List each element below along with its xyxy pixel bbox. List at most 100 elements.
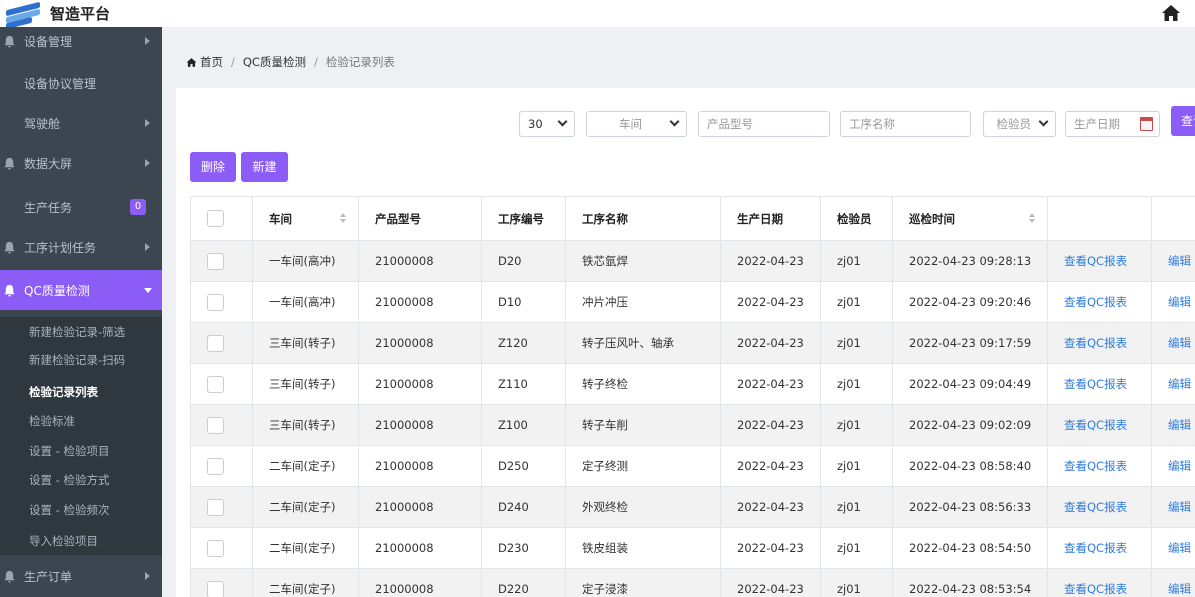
cell-production-date: 2022-04-23 (720, 568, 821, 597)
row-checkbox[interactable] (207, 457, 224, 475)
sidebar-item-device-protocol[interactable]: 设备协议管理 (0, 63, 162, 103)
submenu-item-new-record-scan[interactable]: 新建检验记录-扫码 (29, 352, 125, 368)
row-checkbox[interactable] (207, 498, 224, 516)
view-qc-report-link[interactable]: 查看QC报表 (1064, 459, 1127, 473)
product-model-placeholder: 产品型号 (707, 117, 753, 131)
view-qc-report-link[interactable]: 查看QC报表 (1064, 418, 1127, 432)
submenu-item-new-record-filter[interactable]: 新建检验记录-筛选 (29, 324, 125, 340)
home-icon[interactable] (186, 57, 197, 68)
column-header-edit (1151, 196, 1195, 241)
edit-link[interactable]: 编辑 (1168, 336, 1191, 350)
row-select-cell (190, 527, 253, 569)
row-checkbox[interactable] (207, 416, 224, 434)
select-all-checkbox[interactable] (207, 210, 224, 227)
cell-inspection-time: 2022-04-23 08:58:40 (892, 445, 1048, 487)
table-row: 二车间(定子) 21000008 D220 定子浸漆 2022-04-23 zj01 202… (190, 568, 1195, 597)
cell-process-code: Z100 (481, 404, 566, 446)
sidebar-item-process-plan-task[interactable]: 工序计划任务 (0, 227, 162, 267)
sidebar-item-qc-inspection[interactable]: QC质量检测 (0, 270, 162, 310)
cell-product-model: 21000008 (358, 568, 482, 597)
cell-process-name: 定子浸漆 (565, 568, 721, 597)
row-checkbox[interactable] (207, 334, 224, 352)
sort-icon[interactable] (340, 213, 346, 225)
delete-button[interactable]: 删除 (190, 152, 236, 182)
cell-edit: 编辑 (1151, 527, 1195, 569)
main-panel: 30 车间 产品型号 工序名称 检验员 生产日期 查询 删除 新建 车间 产品型… (176, 88, 1195, 597)
edit-link[interactable]: 编辑 (1168, 459, 1191, 473)
cell-report: 查看QC报表 (1047, 363, 1152, 405)
cell-process-code: D250 (481, 445, 566, 487)
breadcrumb-home[interactable]: 首页 (200, 54, 223, 70)
search-button[interactable]: 查询 (1171, 106, 1195, 136)
cell-process-code: Z110 (481, 363, 566, 405)
sidebar-item-cockpit[interactable]: 驾驶舱 (0, 103, 162, 143)
edit-link[interactable]: 编辑 (1168, 582, 1191, 596)
calendar-icon[interactable] (1140, 117, 1153, 131)
submenu-item-import-items[interactable]: 导入检验项目 (29, 533, 98, 549)
cell-product-model: 21000008 (358, 527, 482, 569)
sort-icon[interactable] (1029, 213, 1035, 225)
cell-inspection-time: 2022-04-23 09:28:13 (892, 240, 1048, 282)
row-checkbox[interactable] (207, 293, 224, 311)
select-all-cell (190, 196, 253, 241)
sidebar-item-production-order[interactable]: 生产订单 (0, 556, 162, 596)
page-size-select[interactable]: 30 (519, 111, 575, 137)
breadcrumb-section[interactable]: QC质量检测 (243, 54, 306, 70)
submenu-item-inspection-items[interactable]: 设置 - 检验项目 (29, 443, 109, 459)
cell-workshop: 一车间(高冲) (252, 281, 359, 323)
view-qc-report-link[interactable]: 查看QC报表 (1064, 500, 1127, 514)
chevron-down-icon (1038, 116, 1049, 127)
cell-production-date: 2022-04-23 (720, 404, 821, 446)
edit-link[interactable]: 编辑 (1168, 295, 1191, 309)
new-button[interactable]: 新建 (241, 152, 288, 182)
view-qc-report-link[interactable]: 查看QC报表 (1064, 336, 1127, 350)
view-qc-report-link[interactable]: 查看QC报表 (1064, 377, 1127, 391)
submenu-item-inspection-frequency[interactable]: 设置 - 检验频次 (29, 502, 109, 518)
home-icon[interactable] (1161, 3, 1181, 23)
row-select-cell (190, 281, 253, 323)
chevron-right-icon (145, 243, 150, 251)
cell-workshop: 二车间(定子) (252, 527, 359, 569)
process-name-input[interactable]: 工序名称 (840, 111, 971, 137)
row-checkbox[interactable] (207, 539, 224, 557)
cell-process-name: 定子终测 (565, 445, 721, 487)
inspector-select[interactable]: 检验员 (983, 111, 1056, 137)
cell-report: 查看QC报表 (1047, 322, 1152, 364)
edit-link[interactable]: 编辑 (1168, 418, 1191, 432)
cell-report: 查看QC报表 (1047, 445, 1152, 487)
submenu-item-record-list[interactable]: 检验记录列表 (29, 384, 98, 400)
edit-link[interactable]: 编辑 (1168, 254, 1191, 268)
cell-report: 查看QC报表 (1047, 527, 1152, 569)
column-header-inspection-time[interactable]: 巡检时间 (892, 196, 1048, 241)
sidebar-item-device-management[interactable]: 设备管理 (0, 27, 162, 61)
submenu-item-inspection-standard[interactable]: 检验标准 (29, 413, 75, 429)
cell-workshop: 三车间(转子) (252, 404, 359, 446)
product-model-input[interactable]: 产品型号 (698, 111, 830, 137)
edit-link[interactable]: 编辑 (1168, 500, 1191, 514)
cell-inspection-time: 2022-04-23 09:02:09 (892, 404, 1048, 446)
row-checkbox[interactable] (207, 580, 224, 597)
cell-product-model: 21000008 (358, 240, 482, 282)
production-date-input[interactable]: 生产日期 (1065, 111, 1160, 137)
cell-process-name: 外观终检 (565, 486, 721, 528)
column-header-workshop[interactable]: 车间 (252, 196, 359, 241)
cell-process-name: 转子压风叶、轴承 (565, 322, 721, 364)
row-checkbox[interactable] (207, 375, 224, 393)
table-row: 三车间(转子) 21000008 Z110 转子终检 2022-04-23 zj01 202… (190, 363, 1195, 405)
submenu-item-inspection-method[interactable]: 设置 - 检验方式 (29, 472, 109, 488)
edit-link[interactable]: 编辑 (1168, 541, 1191, 555)
workshop-select[interactable]: 车间 (586, 111, 687, 137)
sidebar-item-data-screen[interactable]: 数据大屏 (0, 143, 162, 183)
view-qc-report-link[interactable]: 查看QC报表 (1064, 295, 1127, 309)
view-qc-report-link[interactable]: 查看QC报表 (1064, 582, 1127, 596)
cell-product-model: 21000008 (358, 281, 482, 323)
edit-link[interactable]: 编辑 (1168, 377, 1191, 391)
chevron-right-icon (145, 119, 150, 127)
row-checkbox[interactable] (207, 252, 224, 270)
view-qc-report-link[interactable]: 查看QC报表 (1064, 254, 1127, 268)
view-qc-report-link[interactable]: 查看QC报表 (1064, 541, 1127, 555)
workshop-placeholder: 车间 (619, 117, 642, 131)
cell-process-name: 转子终检 (565, 363, 721, 405)
sidebar-item-production-task[interactable]: 生产任务 0 (0, 187, 162, 227)
logo-icon (6, 1, 44, 29)
